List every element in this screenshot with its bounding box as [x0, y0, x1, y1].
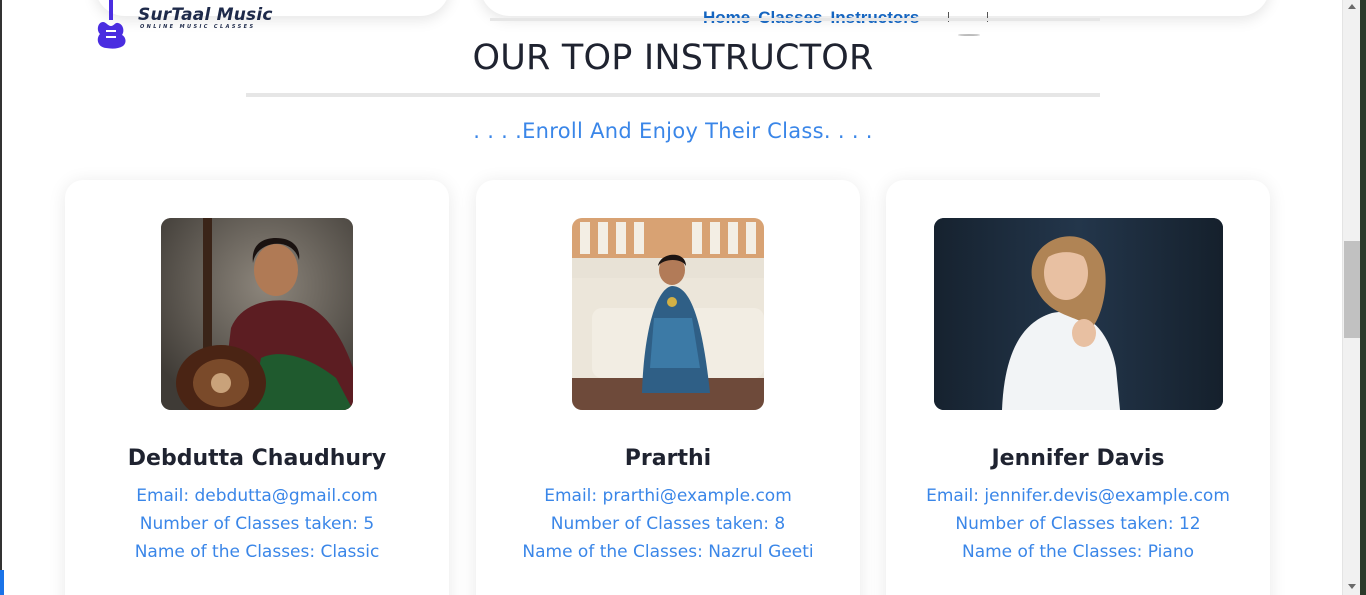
brand-title: SurTaal Music — [138, 5, 273, 25]
scroll-down-arrow-icon[interactable] — [1348, 584, 1356, 589]
instructor-email: Email: debdutta@gmail.com — [136, 486, 378, 506]
instructor-class-names: Name of the Classes: Nazrul Geeti — [522, 542, 814, 562]
window-edge — [0, 0, 2, 595]
woman-white-shirt-photo — [934, 218, 1223, 410]
desktop-background-edge — [1360, 0, 1366, 595]
instructor-name: Prarthi — [624, 446, 712, 471]
nav-indicator — [958, 34, 980, 36]
instructor-classes-taken: Number of Classes taken: 8 — [550, 514, 786, 534]
woman-on-sofa-photo — [572, 218, 764, 410]
instructor-card[interactable]: Debdutta Chaudhury Email: debdutta@gmail… — [65, 180, 449, 595]
heading-top-rule — [490, 18, 1100, 21]
instructor-card[interactable]: Prarthi Email: prarthi@example.com Numbe… — [476, 180, 860, 595]
instructor-photo — [572, 218, 764, 410]
instructor-email: Email: jennifer.devis@example.com — [926, 486, 1230, 506]
instructor-email: Email: prarthi@example.com — [544, 486, 792, 506]
instructor-name: Jennifer Davis — [991, 446, 1165, 471]
section-title: OUR TOP INSTRUCTOR — [472, 38, 874, 78]
instructor-photo — [934, 218, 1223, 410]
page: SurTaal Music ONLINE MUSIC CLASSES Home … — [0, 0, 1366, 595]
woman-with-tanpura-photo — [161, 218, 353, 410]
instructor-card[interactable]: Jennifer Davis Email: jennifer.devis@exa… — [886, 180, 1270, 595]
scroll-thumb[interactable] — [1344, 241, 1360, 338]
instructor-photo — [161, 218, 353, 410]
instructor-class-names: Name of the Classes: Classic — [134, 542, 380, 562]
scroll-up-arrow-icon[interactable] — [1348, 4, 1356, 9]
instructor-class-names: Name of the Classes: Piano — [961, 542, 1194, 562]
instructor-name: Debdutta Chaudhury — [127, 446, 387, 471]
heading-bottom-rule — [246, 93, 1100, 97]
brand-subtitle: ONLINE MUSIC CLASSES — [140, 24, 256, 30]
instructor-classes-taken: Number of Classes taken: 5 — [139, 514, 375, 534]
section-subtitle: . . . .Enroll And Enjoy Their Class. . .… — [473, 119, 873, 143]
instructor-classes-taken: Number of Classes taken: 12 — [955, 514, 1201, 534]
window-edge-accent — [0, 570, 4, 595]
